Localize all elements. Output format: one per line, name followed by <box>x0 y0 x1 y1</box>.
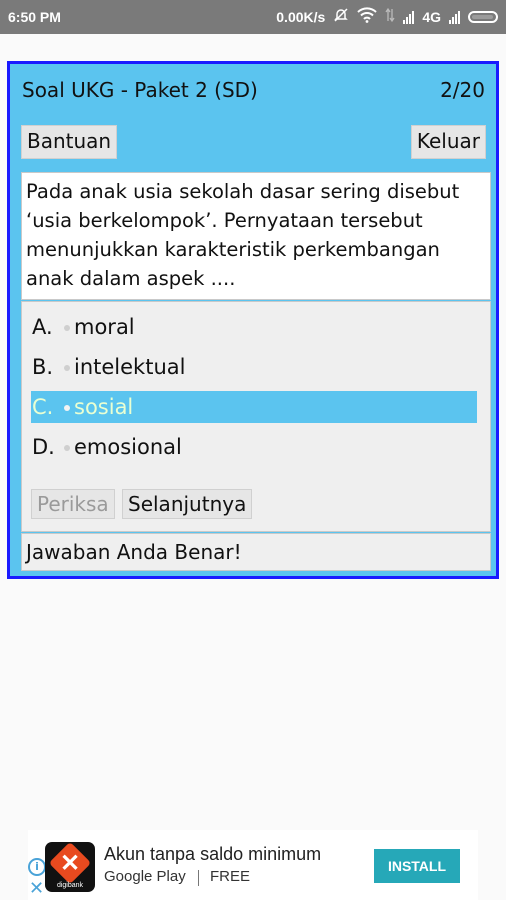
option-letter: B. <box>32 355 54 379</box>
quiz-panel: Soal UKG - Paket 2 (SD) 2/20 Bantuan Kel… <box>7 61 499 579</box>
battery-icon <box>468 10 498 23</box>
signal-icon <box>449 10 460 24</box>
option-a[interactable]: A. moral <box>31 311 477 343</box>
question-text: Pada anak usia sekolah dasar sering dise… <box>21 172 491 300</box>
option-letter: C. <box>32 395 54 419</box>
option-c[interactable]: C. sosial <box>31 391 477 423</box>
check-button[interactable]: Periksa <box>31 489 115 519</box>
ad-banner[interactable]: i ✕ ✕ digibank Akun tanpa saldo minimum … <box>28 830 478 900</box>
status-bar: 6:50 PM 0.00K/s 4G <box>0 0 506 34</box>
signal-icon <box>403 10 415 24</box>
quiz-title: Soal UKG - Paket 2 (SD) <box>22 78 258 102</box>
option-label: intelektual <box>74 355 186 379</box>
option-label: moral <box>74 315 135 339</box>
answer-options: A. moral B. intelektual C. sosial D. emo… <box>21 301 491 532</box>
radio-icon[interactable] <box>64 445 70 451</box>
app-logo-icon[interactable]: ✕ digibank <box>45 842 95 892</box>
ad-title[interactable]: Akun tanpa saldo minimum <box>104 844 321 865</box>
help-button[interactable]: Bantuan <box>21 125 118 159</box>
option-label: emosional <box>74 435 182 459</box>
network-type: 4G <box>422 8 441 25</box>
ad-info-icon[interactable]: i <box>28 858 46 876</box>
option-letter: D. <box>32 435 55 459</box>
ad-separator <box>198 870 199 886</box>
option-letter: A. <box>32 315 53 339</box>
radio-icon[interactable] <box>64 365 70 371</box>
mute-icon <box>333 7 349 26</box>
ad-store: Google Play <box>104 868 186 885</box>
status-time: 6:50 PM <box>8 9 61 25</box>
ad-price: FREE <box>210 868 251 885</box>
network-speed: 0.00K/s <box>276 8 326 25</box>
radio-icon[interactable] <box>64 405 70 411</box>
question-counter: 2/20 <box>440 78 485 102</box>
data-arrows-icon <box>385 7 395 26</box>
ad-close-icon[interactable]: ✕ <box>29 880 44 898</box>
option-b[interactable]: B. intelektual <box>31 351 477 383</box>
next-button[interactable]: Selanjutnya <box>122 489 253 519</box>
option-label: sosial <box>74 395 134 419</box>
radio-icon[interactable] <box>64 325 70 331</box>
wifi-icon <box>357 7 378 26</box>
option-d[interactable]: D. emosional <box>31 431 477 463</box>
install-button[interactable]: INSTALL <box>374 849 460 883</box>
feedback-message: Jawaban Anda Benar! <box>21 533 491 571</box>
exit-button[interactable]: Keluar <box>410 125 486 159</box>
status-icons: 0.00K/s 4G <box>276 7 498 26</box>
app-logo-tag: digibank <box>56 882 84 889</box>
